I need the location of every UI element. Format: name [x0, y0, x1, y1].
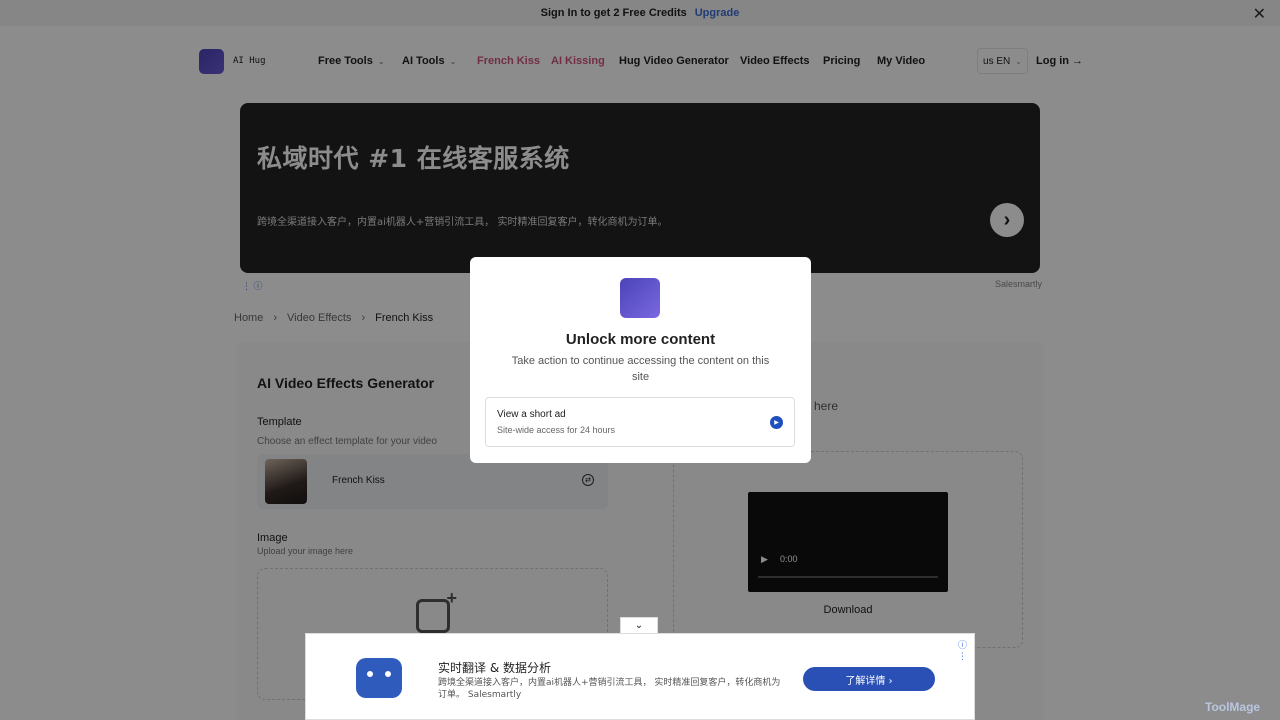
modal-description: Take action to continue accessing the co… [511, 355, 770, 383]
site-logo-icon [620, 278, 660, 318]
play-icon[interactable]: ▶ [770, 416, 783, 429]
ad-info-icon[interactable]: ⓘ ⋮ [958, 638, 974, 662]
bottom-ad-description: 跨境全渠道接入客户，内置ai机器人+营销引流工具， 实时精准回复客户，转化商机为… [438, 678, 781, 700]
view-ad-option[interactable]: View a short ad Site-wide access for 24 … [485, 397, 795, 447]
bottom-ad-title: 实时翻译 & 数据分析 [438, 661, 551, 675]
option-subtitle: Site-wide access for 24 hours [497, 425, 616, 435]
option-title: View a short ad [497, 409, 566, 420]
learn-more-button[interactable]: 了解详情 › [803, 667, 935, 691]
chevron-down-icon: ⌄ [634, 620, 644, 631]
watermark: ToolMage [1205, 700, 1261, 714]
bottom-ad[interactable]: 实时翻译 & 数据分析 跨境全渠道接入客户，内置ai机器人+营销引流工具， 实时… [305, 633, 975, 720]
collapse-ad-button[interactable]: ⌄ [620, 617, 658, 634]
modal-title: Unlock more content [565, 331, 716, 348]
unlock-modal: Unlock more content Take action to conti… [470, 257, 811, 463]
robot-icon [356, 658, 402, 698]
